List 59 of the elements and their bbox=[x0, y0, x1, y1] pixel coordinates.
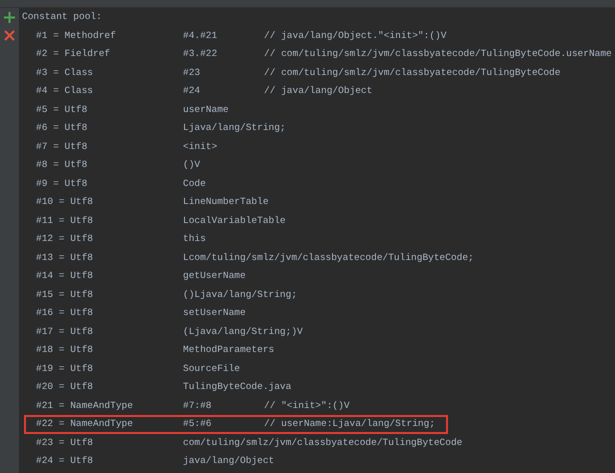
pool-entry: #11 = Utf8 bbox=[36, 214, 94, 228]
pool-entry: #21 = NameAndType bbox=[36, 398, 134, 412]
entry-value: #7:#8 bbox=[183, 398, 213, 412]
pool-entry: #20 = Utf8 bbox=[36, 380, 94, 394]
pool-entry: #18 = Utf8 bbox=[36, 343, 94, 357]
pool-entry: #9 = Utf8 bbox=[36, 176, 88, 190]
pool-entry: #13 = Utf8 bbox=[36, 250, 94, 264]
pool-entry: #24 = Utf8 bbox=[36, 454, 94, 468]
entry-value: (Ljava/lang/String;)V bbox=[183, 324, 303, 338]
entry-value: #23 bbox=[183, 66, 202, 80]
pool-entry: #17 = Utf8 bbox=[36, 324, 94, 338]
pool-entry: #23 = Utf8 bbox=[36, 436, 94, 450]
entry-value: <init> bbox=[183, 140, 218, 154]
entry-comment: // "<init>":()V bbox=[264, 398, 351, 412]
entry-value: Lcom/tuling/smlz/jvm/classbyatecode/TulingByteCode; bbox=[183, 250, 474, 264]
pool-entry: #8 = Utf8 bbox=[36, 158, 88, 172]
pool-entry: #19 = Utf8 bbox=[36, 362, 94, 376]
pool-entry: #7 = Utf8 bbox=[36, 140, 88, 154]
entry-comment: // userName:Ljava/lang/String; bbox=[264, 417, 436, 431]
entry-value: TulingByteCode.java bbox=[183, 380, 292, 394]
pool-entry: #14 = Utf8 bbox=[36, 269, 94, 283]
entry-value: MethodParameters bbox=[183, 343, 274, 357]
entry-value: #4.#21 bbox=[183, 28, 218, 42]
entry-value: this bbox=[183, 232, 206, 246]
entry-comment: // java/lang/Object bbox=[264, 84, 374, 98]
pool-entry: #3 = Class bbox=[36, 66, 94, 80]
pool-entry: #1 = Methodref bbox=[36, 28, 117, 42]
entry-value: java/lang/Object bbox=[183, 454, 274, 468]
pool-entry: #5 = Utf8 bbox=[36, 102, 88, 116]
section-header: Constant pool: bbox=[22, 11, 102, 22]
entry-value: #24 bbox=[183, 84, 202, 98]
entry-value: ()V bbox=[183, 158, 200, 172]
entry-value: getUserName bbox=[183, 269, 246, 283]
pool-entry: #15 = Utf8 bbox=[36, 288, 94, 302]
pool-entry: #4 = Class bbox=[36, 84, 94, 98]
close-session-button[interactable] bbox=[2, 28, 17, 43]
entry-value: setUserName bbox=[183, 306, 246, 320]
pool-entry: #12 = Utf8 bbox=[36, 232, 94, 246]
entry-comment: // com/tuling/smlz/jvm/classbyatecode/TulingByteCode.userName bbox=[264, 47, 613, 61]
entry-value: SourceFile bbox=[183, 362, 240, 376]
entry-value: LocalVariableTable bbox=[183, 214, 286, 228]
entry-value: #3.#22 bbox=[183, 47, 218, 61]
close-icon bbox=[4, 30, 15, 41]
new-session-button[interactable] bbox=[2, 10, 17, 25]
entry-value: Code bbox=[183, 176, 206, 190]
entry-value: LineNumberTable bbox=[183, 195, 269, 209]
pool-entry: #22 = NameAndType bbox=[36, 417, 134, 431]
entry-comment: // com/tuling/smlz/jvm/classbyatecode/TulingByteCode bbox=[264, 66, 562, 80]
entry-value: ()Ljava/lang/String; bbox=[183, 288, 298, 302]
add-icon bbox=[4, 12, 15, 23]
entry-value: Ljava/lang/String; bbox=[183, 121, 286, 135]
pool-entry: #6 = Utf8 bbox=[36, 121, 88, 135]
entry-comment: // java/lang/Object."<init>":()V bbox=[264, 28, 448, 42]
entry-value: com/tuling/smlz/jvm/classbyatecode/TulingByteCode bbox=[183, 436, 462, 450]
entry-value: #5:#6 bbox=[183, 417, 213, 431]
pool-entry: #10 = Utf8 bbox=[36, 195, 94, 209]
entry-value: userName bbox=[183, 102, 229, 116]
pool-entry: #2 = Fieldref bbox=[36, 47, 112, 61]
pool-entry: #16 = Utf8 bbox=[36, 306, 94, 320]
